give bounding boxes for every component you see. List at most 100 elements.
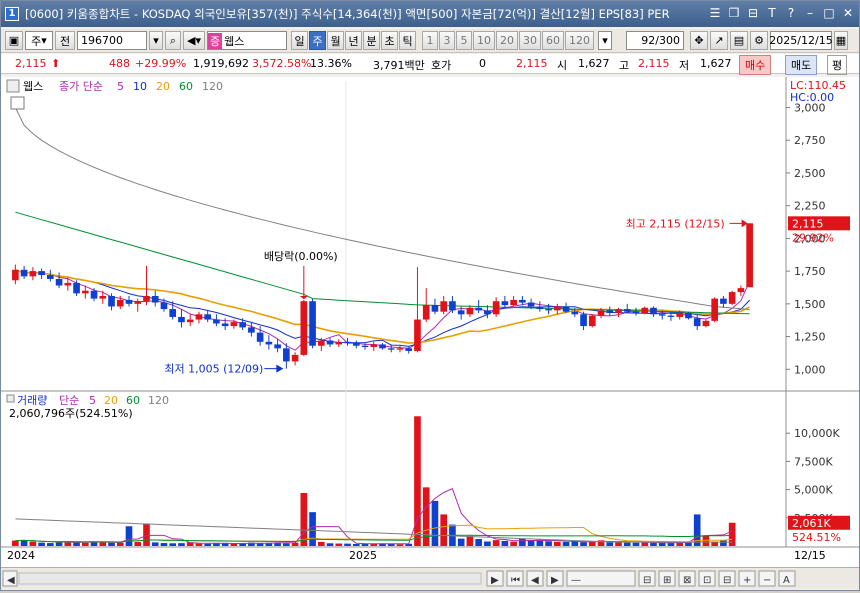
- interval-button-6[interactable]: 60: [542, 31, 564, 50]
- candle-body: [352, 343, 360, 346]
- candle-body: [449, 301, 456, 311]
- period-tab-1[interactable]: 주: [309, 31, 326, 50]
- current-price: 2,115: [15, 57, 47, 70]
- mode-select[interactable]: 주 ▾: [25, 31, 53, 50]
- candle-body: [29, 271, 37, 277]
- interval-button-7[interactable]: 120: [565, 31, 594, 50]
- volume-bar: [55, 542, 63, 546]
- volume-bar: [440, 514, 448, 546]
- candle-body: [685, 313, 692, 319]
- draw-icon[interactable]: ↗: [710, 31, 728, 50]
- count-field[interactable]: 92/300: [626, 31, 684, 50]
- date-field[interactable]: 2025/12/15: [769, 31, 833, 50]
- candle-body: [73, 282, 80, 294]
- count-value: 92/300: [641, 34, 680, 47]
- help-icon[interactable]: ?: [784, 5, 798, 21]
- layout-icon[interactable]: ▣: [5, 31, 23, 50]
- eval-button[interactable]: 평: [827, 55, 848, 75]
- settings-icon[interactable]: ☰: [708, 5, 722, 21]
- volume-bar: [623, 542, 631, 546]
- speaker-icon[interactable]: ◀▾: [183, 31, 205, 50]
- chart-window: 1 [0600] 키움종합차트 - KOSDAQ 외국인보유[357(천)] 주…: [0, 0, 860, 591]
- interval-button-4[interactable]: 20: [496, 31, 518, 50]
- interval-dropdown[interactable]: ▾: [598, 31, 612, 50]
- candle-body: [274, 344, 281, 349]
- scroll-track[interactable]: [18, 572, 482, 585]
- candle-body: [632, 311, 640, 313]
- interval-button-1[interactable]: 3: [439, 31, 455, 50]
- volume-bar: [143, 523, 150, 546]
- sell-button[interactable]: 매도: [785, 55, 818, 75]
- interval-button-3[interactable]: 10: [473, 31, 495, 50]
- price-volume-chart[interactable]: 3,0002,7502,5002,2502,0001,7501,5001,250…: [1, 77, 859, 567]
- candle-body: [597, 310, 605, 316]
- save-icon[interactable]: ▤: [730, 31, 748, 50]
- calendar-icon[interactable]: ▦: [834, 31, 848, 50]
- period-tab-2[interactable]: 월: [327, 31, 344, 50]
- text-icon[interactable]: T: [765, 5, 779, 21]
- volume-bar: [545, 541, 552, 546]
- zoom-out-icon: −: [763, 575, 771, 586]
- price-2: 2,115: [516, 57, 548, 70]
- volume-info: 2,060,796주(524.51%): [9, 407, 133, 420]
- volume-bar: [47, 543, 54, 546]
- candle-body: [370, 344, 378, 348]
- volume-bar: [134, 542, 142, 546]
- period-tab-6[interactable]: 틱: [399, 31, 416, 50]
- candle-body: [186, 319, 194, 323]
- period-tabs: 일주월년분초틱: [291, 31, 416, 50]
- title-bar[interactable]: 1 [0600] 키움종합차트 - KOSDAQ 외국인보유[357(천)] 주…: [1, 1, 859, 27]
- maximize-icon[interactable]: □: [822, 5, 836, 21]
- candle-body: [387, 348, 395, 350]
- candle-body: [519, 299, 526, 303]
- stock-tag: 웹스: [23, 80, 43, 93]
- interval-button-2[interactable]: 5: [456, 31, 472, 50]
- candle-body: [12, 269, 19, 281]
- gear-icon[interactable]: ⚙: [750, 31, 768, 50]
- volume-bar: [492, 540, 500, 546]
- candle-body: [169, 309, 177, 317]
- candle-body: [405, 348, 413, 351]
- period-tab-0[interactable]: 일: [291, 31, 308, 50]
- candle-body: [47, 275, 54, 279]
- up-arrow-icon: ⬆: [51, 57, 61, 70]
- volume-bar: [309, 512, 316, 546]
- interval-button-0[interactable]: 1: [422, 31, 438, 50]
- period-tab-5[interactable]: 초: [381, 31, 398, 50]
- minimize-icon[interactable]: –: [803, 5, 817, 21]
- search-icon[interactable]: ⌕: [165, 31, 181, 50]
- volume-bar: [300, 492, 308, 546]
- candle-body: [414, 319, 421, 351]
- volume-last-text: 2,061K: [792, 517, 831, 530]
- candle-body: [728, 292, 736, 304]
- candle-body: [606, 310, 614, 313]
- low-label: 저: [679, 59, 690, 72]
- candle-body: [283, 348, 290, 362]
- candle-body: [20, 269, 28, 277]
- candle-body: [361, 345, 369, 348]
- price-pane-bg: [1, 77, 859, 391]
- interval-button-5[interactable]: 30: [519, 31, 541, 50]
- candle-body: [492, 301, 500, 315]
- stock-name-field[interactable]: 증 웹스: [207, 31, 287, 50]
- period-tab-4[interactable]: 분: [363, 31, 380, 50]
- candle-body: [658, 314, 666, 316]
- lock-icon[interactable]: ⊟: [746, 5, 760, 21]
- buy-button[interactable]: 매수: [739, 55, 772, 75]
- all-button[interactable]: 전: [55, 31, 75, 50]
- period-tab-3[interactable]: 년: [345, 31, 362, 50]
- hoga-label: 호가: [431, 59, 452, 72]
- close-icon[interactable]: ✕: [841, 5, 855, 21]
- code-dropdown-icon[interactable]: ▾: [149, 31, 163, 50]
- vol-ma-period-60: 60: [126, 394, 140, 407]
- restore-icon[interactable]: ❐: [727, 5, 741, 21]
- code-input[interactable]: 196700: [77, 31, 147, 50]
- candle-body: [693, 318, 701, 327]
- scroll-controls[interactable]: ◀ ▶ ⏮ ◀ ▶ — ⊟ ⊞ ⊠ ⊡ ⊟ + − A: [1, 568, 859, 590]
- volume-bar: [519, 538, 526, 546]
- volume-bar: [501, 540, 509, 546]
- crosshair-icon[interactable]: ✥: [690, 31, 708, 50]
- chart-area[interactable]: 3,000 2,750 2,500 2,250 2,000 1,750 1,500 1,250…: [1, 77, 859, 567]
- volume-bar: [702, 535, 710, 546]
- scroll-bar[interactable]: ◀ ▶ ⏮ ◀ ▶ — ⊟ ⊞ ⊠ ⊡ ⊟ + − A: [1, 567, 859, 589]
